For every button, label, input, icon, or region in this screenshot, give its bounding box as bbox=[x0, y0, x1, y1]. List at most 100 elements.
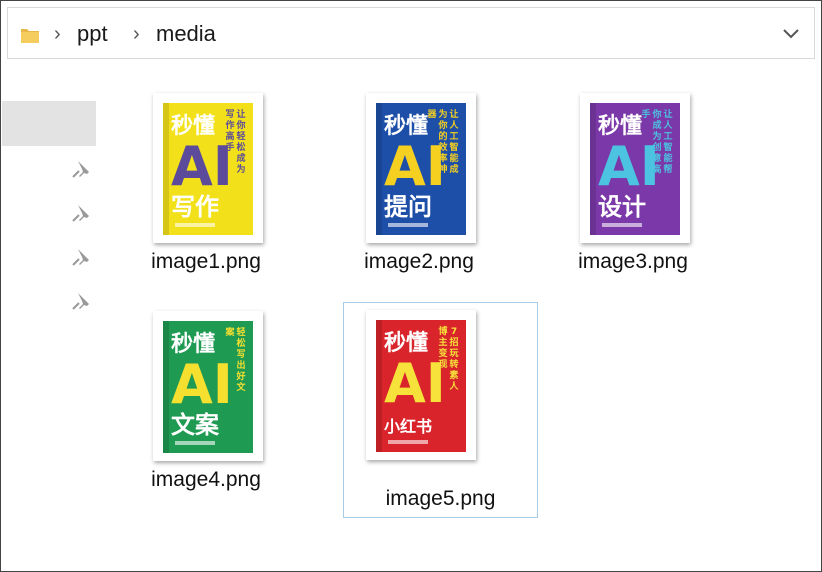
cover-tagline-char: 出 bbox=[236, 359, 245, 371]
address-bar[interactable]: › ppt › media bbox=[7, 7, 815, 59]
cover-tagline-char: 器 bbox=[426, 109, 437, 120]
cover-tagline-char: 你 bbox=[651, 108, 661, 120]
pin-icon[interactable] bbox=[71, 203, 91, 223]
cover-big-text: AI bbox=[384, 135, 446, 198]
cover-subtitle: 提问 bbox=[384, 193, 432, 221]
cover-tagline-char: 招 bbox=[449, 336, 458, 348]
cover-tagline-char: 智 bbox=[449, 141, 458, 153]
cover-tagline-char: 轻 bbox=[236, 326, 245, 338]
cover-tagline-char: 人 bbox=[448, 119, 459, 131]
cover-spine bbox=[376, 320, 382, 452]
chevron-down-icon[interactable] bbox=[782, 26, 800, 40]
file-item-image1[interactable]: 秒懂 AI 写作让你轻松成为写作高手 image1.png bbox=[109, 85, 303, 301]
cover-big-text: AI bbox=[171, 353, 233, 416]
cover-tagline-char: 率 bbox=[438, 152, 447, 164]
cover-tagline-char: 让 bbox=[449, 108, 458, 120]
chevron-right-icon: › bbox=[133, 23, 140, 45]
cover-spine bbox=[590, 103, 596, 235]
book-cover-image: 秒懂 AI 提问让人工智能成为你的效率神器 bbox=[376, 103, 466, 235]
cover-tagline-char: 玩 bbox=[449, 348, 458, 359]
cover-tagline-char: 转 bbox=[449, 358, 458, 370]
cover-publisher-bar bbox=[175, 441, 215, 445]
cover-big-text: AI bbox=[384, 352, 446, 415]
cover-publisher-bar bbox=[388, 440, 428, 444]
cover-tagline-char: 你 bbox=[437, 119, 447, 131]
thumbnail: 秒懂 AI 设计让人工智能帮你成为创意高手 bbox=[580, 93, 690, 243]
cover-subtitle: 写作 bbox=[171, 193, 219, 221]
file-item-image4[interactable]: 秒懂 AI 文案轻松写出好文案 image4.png bbox=[109, 303, 303, 519]
cover-tagline-char: 案 bbox=[224, 326, 235, 338]
cover-tagline-char: 为 bbox=[652, 130, 661, 142]
cover-tagline-char: 工 bbox=[663, 131, 672, 142]
cover-tagline-char: 成 bbox=[236, 152, 245, 164]
cover-tagline-char: 好 bbox=[235, 370, 245, 382]
cover-subtitle: 文案 bbox=[171, 411, 220, 439]
file-item-image2[interactable]: 秒懂 AI 提问让人工智能成为你的效率神器 image2.png bbox=[322, 85, 516, 301]
cover-tagline-char: 让 bbox=[663, 108, 672, 120]
cover-tagline-char: 你 bbox=[235, 119, 245, 131]
pin-icon[interactable] bbox=[71, 291, 91, 311]
cover-tagline-char: 写 bbox=[225, 109, 234, 120]
cover-subtitle: 小红书 bbox=[384, 417, 432, 436]
cover-tagline-char: 松 bbox=[236, 141, 245, 153]
cover-tagline-char: 帮 bbox=[663, 163, 672, 175]
cover-tagline-char: 文 bbox=[235, 381, 246, 393]
file-item-image3[interactable]: 秒懂 AI 设计让人工智能帮你成为创意高手 image3.png bbox=[536, 85, 730, 301]
cover-tagline-char: 效 bbox=[438, 141, 448, 153]
cover-publisher-bar bbox=[388, 223, 428, 227]
cover-spine bbox=[163, 321, 169, 453]
explorer-window: › ppt › media 秒懂 AI 写作让你轻松成为写作高手 image1.pn… bbox=[0, 0, 822, 572]
cover-tagline-char: 工 bbox=[449, 131, 458, 142]
cover-tagline-char: 主 bbox=[438, 336, 447, 348]
cover-tagline-char: 意 bbox=[652, 152, 661, 164]
file-name: image4.png bbox=[151, 468, 261, 491]
cover-publisher-bar bbox=[175, 223, 215, 227]
cover-tagline-char: 神 bbox=[438, 163, 447, 175]
cover-tagline-char: 写 bbox=[236, 349, 245, 360]
cover-tagline-char: 松 bbox=[236, 337, 245, 349]
cover-tagline-char: 现 bbox=[438, 359, 447, 370]
file-item-image5[interactable]: 秒懂 AI 小红书 7 招玩转素人博主变现 image5.png bbox=[343, 302, 538, 518]
pin-icon[interactable] bbox=[71, 247, 91, 267]
cover-tagline-char: 能 bbox=[449, 152, 458, 164]
cover-tagline-char: 作 bbox=[225, 119, 234, 131]
thumbnail: 秒懂 AI 提问让人工智能成为你的效率神器 bbox=[366, 93, 476, 243]
cover-big-text: AI bbox=[598, 135, 660, 198]
cover-tagline-char: 变 bbox=[438, 347, 447, 359]
file-name: image5.png bbox=[385, 487, 496, 510]
cover-spine bbox=[376, 103, 382, 235]
thumbnail: 秒懂 AI 写作让你轻松成为写作高手 bbox=[153, 93, 263, 243]
thumbnail: 秒懂 AI 小红书 7 招玩转素人博主变现 bbox=[366, 310, 476, 460]
book-cover-image: 秒懂 AI 写作让你轻松成为写作高手 bbox=[163, 103, 253, 235]
cover-tagline-char: 让 bbox=[236, 108, 245, 120]
cover-publisher-bar bbox=[602, 223, 642, 227]
cover-tagline-char: 成 bbox=[449, 163, 458, 175]
cover-big-text: AI bbox=[171, 135, 233, 198]
file-name: image2.png bbox=[364, 250, 474, 273]
file-name: image3.png bbox=[578, 250, 688, 273]
cover-tagline-char: 手 bbox=[641, 108, 650, 120]
cover-tagline-char: 智 bbox=[663, 141, 672, 153]
thumbnail: 秒懂 AI 文案轻松写出好文案 bbox=[153, 311, 263, 461]
book-cover-image: 秒懂 AI 文案轻松写出好文案 bbox=[163, 321, 253, 453]
book-cover-image: 秒懂 AI 小红书 7 招玩转素人博主变现 bbox=[376, 320, 466, 452]
cover-subtitle: 设计 bbox=[598, 193, 646, 221]
cover-tagline-char: 轻 bbox=[236, 130, 245, 142]
cover-tagline-char: 为 bbox=[236, 163, 245, 175]
sidebar-selected-item[interactable] bbox=[2, 101, 96, 146]
cover-tagline-char: 创 bbox=[651, 141, 661, 153]
cover-spine bbox=[163, 103, 169, 235]
cover-tagline-char: 为 bbox=[438, 108, 447, 120]
cover-tagline-char: 能 bbox=[663, 152, 672, 164]
breadcrumb-ppt[interactable]: ppt bbox=[77, 21, 108, 47]
file-name: image1.png bbox=[151, 250, 261, 273]
cover-tagline-char: 高 bbox=[652, 163, 661, 175]
breadcrumb-media[interactable]: media bbox=[156, 21, 216, 47]
cover-tagline-char: 成 bbox=[652, 119, 661, 131]
pin-icon[interactable] bbox=[71, 159, 91, 179]
cover-tagline-char: 手 bbox=[225, 141, 234, 153]
cover-tagline-char: 素 bbox=[449, 369, 458, 381]
cover-tagline-char: 人 bbox=[662, 119, 673, 131]
cover-tagline-char: 7 bbox=[451, 327, 457, 337]
cover-tagline-char: 博 bbox=[438, 325, 447, 337]
